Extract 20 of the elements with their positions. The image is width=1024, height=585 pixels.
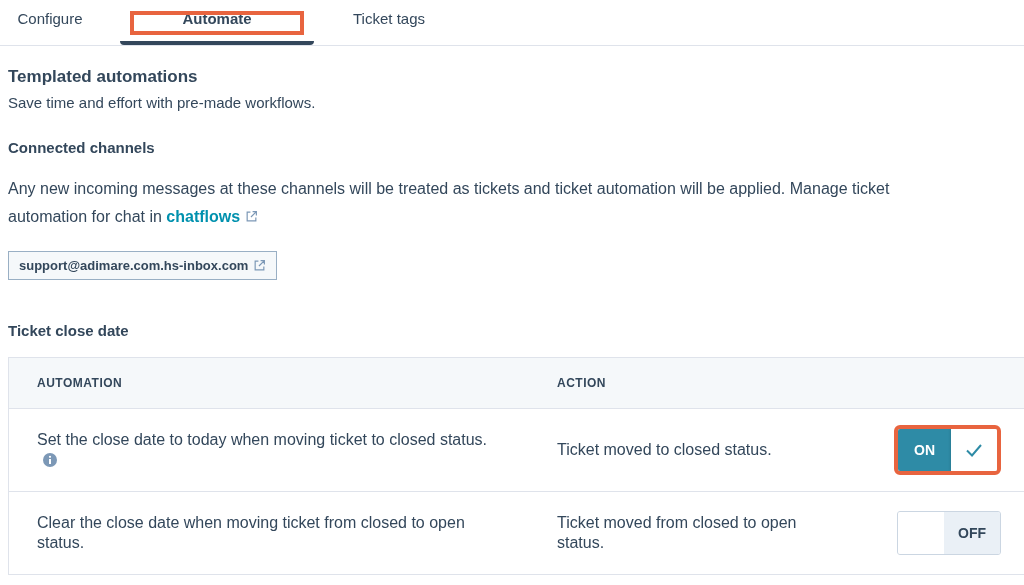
table-cell: Set the close date to today when moving ticket to closed status. [37, 430, 501, 470]
section-subtitle: Save time and effort with pre-made workflows. [8, 94, 317, 111]
channel-tag[interactable]: support@adimare.com.hs-inbox.com [8, 251, 278, 280]
section-title: Ticket close date [8, 322, 130, 339]
tab[interactable]: Configure [0, 1, 100, 45]
external-link-icon [253, 259, 267, 272]
section-title: Templated automations [8, 67, 199, 87]
external-link-icon [245, 210, 259, 223]
column-header: AUTOMATION [36, 375, 124, 392]
tab[interactable]: Ticket tags [314, 1, 464, 45]
toggle-switch[interactable]: ON [894, 425, 1001, 475]
toggle-switch[interactable]: OFF [897, 511, 1001, 555]
info-icon[interactable] [43, 453, 57, 467]
description: Any new incoming messages at these channels will be treated as tickets and ticket automation will be applied. Manage ticket automation for chat in chatflows [8, 179, 891, 227]
table-cell: Ticket moved to closed status. [557, 440, 772, 460]
chatflows-link[interactable]: chatflows [166, 208, 259, 225]
column-header: ACTION [556, 375, 607, 392]
table-cell-text: Clear the close date when moving ticket from closed to open status. [37, 513, 466, 553]
section-title: Connected channels [8, 139, 156, 156]
table-cell-text: Ticket moved from closed to open status. [557, 513, 798, 553]
